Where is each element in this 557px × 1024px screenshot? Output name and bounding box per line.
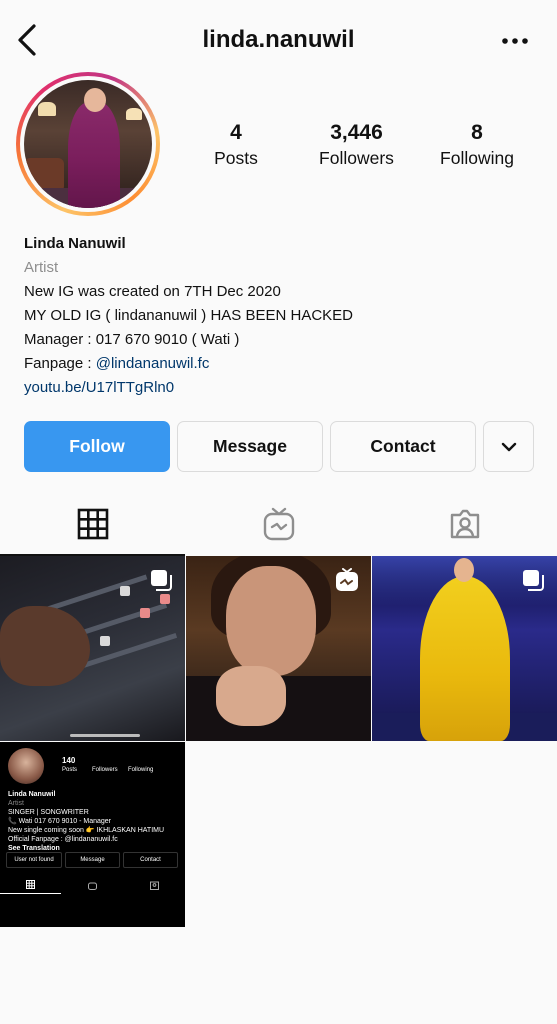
igtv-icon <box>336 568 358 591</box>
stat-value: 3,446 <box>330 121 383 144</box>
multiple-posts-icon <box>523 570 544 591</box>
stat-label: Following <box>440 148 514 168</box>
mini-avatar <box>8 748 44 784</box>
profile-bio: Linda Nanuwil Artist New IG was created … <box>24 232 544 400</box>
mini-posts-label: Posts <box>62 767 78 773</box>
fanpage-mention-link[interactable]: @lindananuwil.fc <box>96 355 210 372</box>
mini-button: Message <box>65 852 120 868</box>
igtv-icon <box>62 876 123 894</box>
mini-posts-count: 140 <box>62 756 76 765</box>
mini-bio-line: 📞 Wati 017 670 9010 - Manager <box>8 818 112 825</box>
tab-grid[interactable] <box>0 494 185 556</box>
post-thumbnail[interactable] <box>372 556 557 741</box>
mini-tabs <box>0 876 185 894</box>
profile-name: Linda Nanuwil <box>24 235 126 252</box>
profile-avatar-story-ring[interactable] <box>16 72 160 216</box>
more-horizontal-icon <box>502 38 528 44</box>
fanpage-prefix: Fanpage : <box>24 355 96 372</box>
post-thumbnail[interactable]: 140 Posts Followers Following Linda Nanu… <box>0 742 185 927</box>
tab-igtv[interactable] <box>186 494 371 554</box>
mini-profile-screenshot: 140 Posts Followers Following Linda Nanu… <box>0 742 185 927</box>
stat-value: 4 <box>230 121 242 144</box>
stat-value: 8 <box>471 121 483 144</box>
tagged-person-icon <box>124 876 185 894</box>
profile-username: linda.nanuwil <box>202 26 355 53</box>
stat-following[interactable]: 8 Following <box>417 120 537 176</box>
mini-bio: Linda Nanuwil Artist SINGER | SONGWRITER… <box>8 790 178 853</box>
stat-label: Followers <box>319 148 394 168</box>
follow-button[interactable]: Follow <box>24 421 170 472</box>
top-bar: linda.nanuwil <box>0 0 557 80</box>
post-thumbnail[interactable] <box>0 556 185 741</box>
profile-website-link[interactable]: youtu.be/U17lTTgRln0 <box>24 376 544 400</box>
grid-icon <box>77 508 108 540</box>
tagged-person-icon <box>450 509 479 539</box>
tab-tagged[interactable] <box>372 494 557 554</box>
mini-category: Artist <box>8 800 24 807</box>
suggested-accounts-button[interactable] <box>483 421 534 472</box>
mini-name: Linda Nanuwil <box>8 791 56 798</box>
profile-avatar <box>24 80 152 208</box>
profile-actions: Follow Message Contact <box>24 421 534 472</box>
mini-followers-label: Followers <box>92 767 118 773</box>
message-button[interactable]: Message <box>177 421 323 472</box>
mini-bio-line: Official Fanpage : @lindananuwil.fc <box>8 836 118 843</box>
stat-label: Posts <box>214 148 258 168</box>
mini-following-label: Following <box>128 767 154 773</box>
mini-bio-line: New single coming soon 👉 IKHLASKAN HATIM… <box>8 827 165 834</box>
grid-icon <box>0 876 61 894</box>
profile-tabs <box>0 494 557 556</box>
bio-line: New IG was created on 7TH Dec 2020 <box>24 283 281 300</box>
igtv-icon <box>263 507 294 541</box>
profile-category: Artist <box>24 259 59 276</box>
more-options-button[interactable] <box>497 26 533 56</box>
bio-line: MY OLD IG ( lindananuwil ) HAS BEEN HACK… <box>24 307 353 324</box>
multiple-posts-icon <box>151 570 172 591</box>
profile-stats: 4 Posts 3,446 Followers 8 Following <box>176 120 537 176</box>
mini-button: User not found <box>6 852 62 868</box>
bio-line: Manager : 017 670 9010 ( Wati ) <box>24 331 240 348</box>
mini-button: Contact <box>123 852 178 868</box>
stat-posts[interactable]: 4 Posts <box>176 120 296 176</box>
bio-fanpage-line: Fanpage : @lindananuwil.fc <box>24 352 544 376</box>
stat-followers[interactable]: 3,446 Followers <box>297 120 417 176</box>
post-thumbnail[interactable] <box>186 556 371 741</box>
chevron-down-icon <box>501 442 516 451</box>
contact-button[interactable]: Contact <box>330 421 476 472</box>
mini-bio-line: SINGER | SONGWRITER <box>8 809 89 816</box>
